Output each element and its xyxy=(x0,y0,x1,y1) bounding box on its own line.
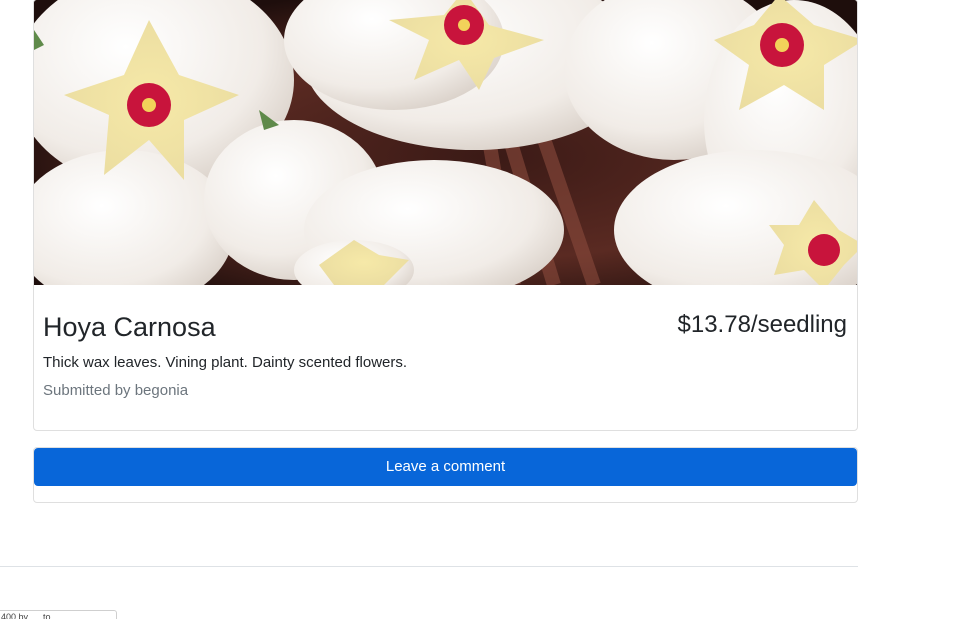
product-image xyxy=(34,0,857,285)
hoya-flower-illustration xyxy=(34,0,857,285)
product-card: Hoya Carnosa $13.78/seedling Thick wax l… xyxy=(33,0,858,431)
comment-section: Leave a comment xyxy=(33,447,858,503)
leave-comment-button[interactable]: Leave a comment xyxy=(34,448,857,486)
footer-divider xyxy=(0,566,858,567)
submitted-by: Submitted by begonia xyxy=(43,382,189,399)
status-tooltip: 400 by . . .to . . . . xyxy=(0,610,117,619)
product-price: $13.78/seedling xyxy=(677,311,847,338)
product-description: Thick wax leaves. Vining plant. Dainty s… xyxy=(43,354,408,371)
page: Hoya Carnosa $13.78/seedling Thick wax l… xyxy=(0,0,953,619)
product-title: Hoya Carnosa xyxy=(43,312,216,342)
